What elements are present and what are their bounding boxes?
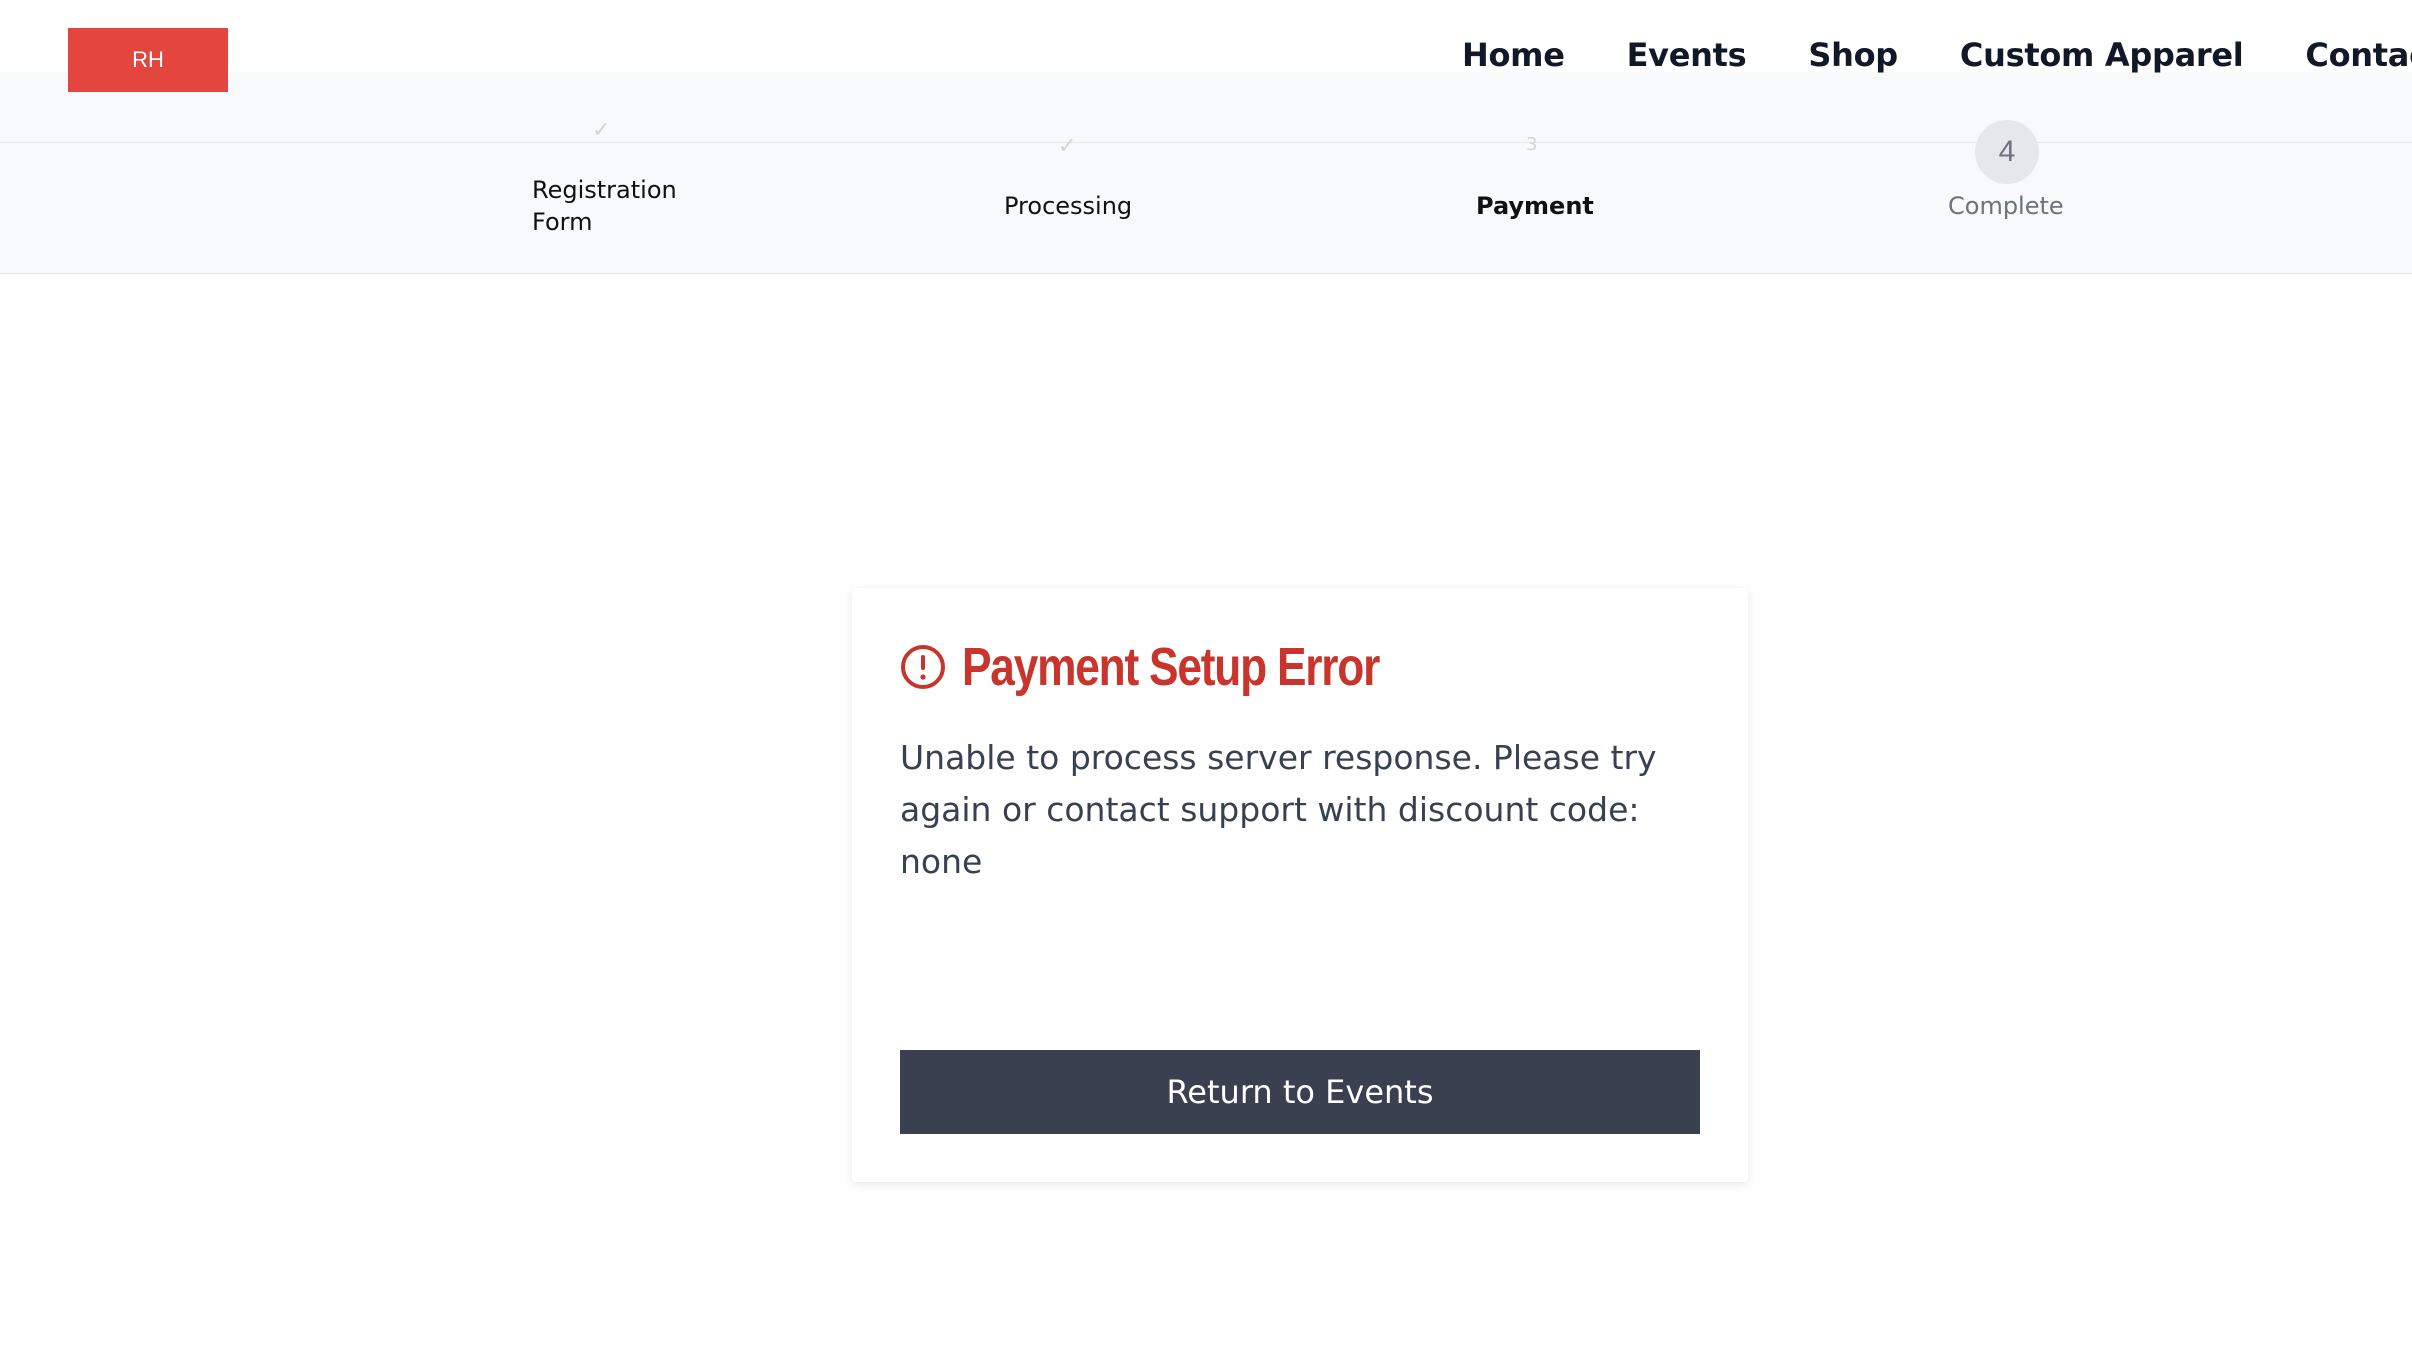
nav-contact[interactable]: Contact — [2305, 36, 2412, 74]
step-label-registration-form: Registration Form — [532, 176, 677, 236]
return-to-events-button[interactable]: Return to Events — [900, 1050, 1700, 1134]
step-number-badge: 4 — [1975, 120, 2039, 184]
step-label-payment: Payment — [1476, 192, 1594, 220]
nav-events[interactable]: Events — [1627, 36, 1747, 74]
main-nav: Home Events Shop Custom Apparel Contact — [1462, 36, 2412, 74]
nav-home[interactable]: Home — [1462, 36, 1565, 74]
error-title-row: Payment Setup Error — [900, 636, 1471, 698]
checkout-steps: ✓ Registration Form ✓ Processing 3 Payme… — [0, 72, 2412, 274]
step-label-processing: Processing — [1004, 192, 1133, 220]
error-message: Unable to process server response. Pleas… — [900, 738, 1657, 881]
steps-divider — [0, 142, 2412, 143]
nav-shop[interactable]: Shop — [1808, 36, 1898, 74]
error-title: Payment Setup Error — [962, 637, 1380, 697]
nav-custom-apparel[interactable]: Custom Apparel — [1960, 36, 2244, 74]
check-icon: ✓ — [592, 118, 611, 143]
payment-error-card: Payment Setup Error Unable to process se… — [852, 588, 1748, 1182]
check-icon: ✓ — [1058, 134, 1077, 159]
step-number: 3 — [1526, 134, 1538, 155]
step-label-complete: Complete — [1948, 192, 2064, 220]
logo-text: RH — [132, 47, 164, 72]
site-logo[interactable]: RH — [68, 28, 228, 92]
alert-circle-icon — [901, 645, 945, 689]
page: RH Home Events Shop Custom Apparel Conta… — [0, 0, 2412, 1372]
